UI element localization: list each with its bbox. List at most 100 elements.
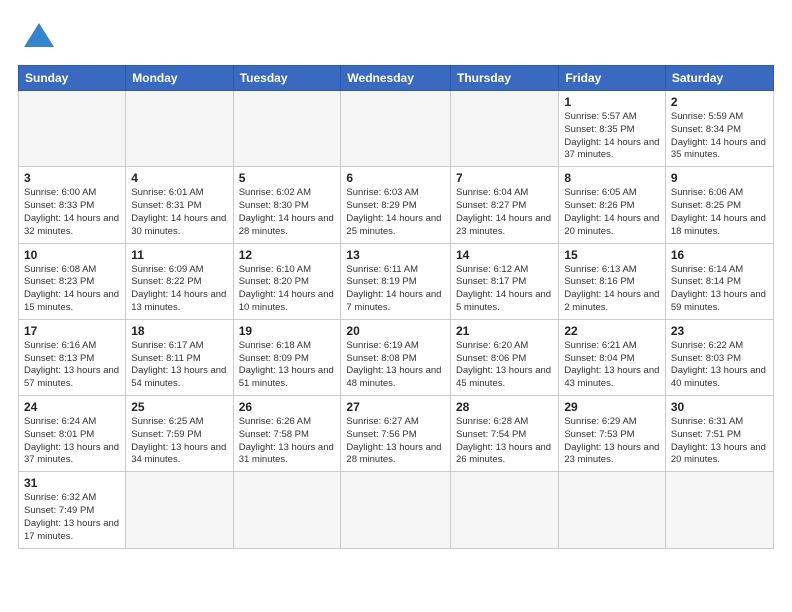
day-number: 6 [346,171,445,185]
day-info: Sunrise: 6:28 AM Sunset: 7:54 PM Dayligh… [456,416,553,467]
calendar-cell: 4Sunrise: 6:01 AM Sunset: 8:31 PM Daylig… [126,167,233,243]
day-number: 27 [346,400,445,414]
day-number: 13 [346,248,445,262]
day-number: 9 [671,171,768,185]
calendar-cell: 23Sunrise: 6:22 AM Sunset: 8:03 PM Dayli… [665,319,773,395]
day-info: Sunrise: 6:11 AM Sunset: 8:19 PM Dayligh… [346,264,445,315]
calendar-cell: 25 Sunrise: 6:25 AM Sunset: 7:59 PM Dayli… [126,396,233,472]
calendar-cell: 18 Sunrise: 6:17 AM Sunset: 8:11 PM Dayli… [126,319,233,395]
calendar-cell: 20 Sunrise: 6:19 AM Sunset: 8:08 PM Dayli… [341,319,451,395]
weekday-header-thursday: Thursday [451,66,559,91]
day-number: 26 [239,400,336,414]
day-info: Sunrise: 6:00 AM Sunset: 8:33 PM Dayligh… [24,187,120,238]
day-info: Sunrise: 6:03 AM Sunset: 8:29 PM Dayligh… [346,187,445,238]
calendar-cell [341,91,451,167]
calendar-cell [126,472,233,548]
day-info: Sunrise: 6:17 AM Sunset: 8:11 PM Dayligh… [131,340,227,391]
day-number: 10 [24,248,120,262]
day-info: Sunrise: 5:57 AM Sunset: 8:35 PM Dayligh… [564,111,660,162]
day-info: Sunrise: 6:08 AM Sunset: 8:23 PM Dayligh… [24,264,120,315]
day-number: 19 [239,324,336,338]
day-number: 18 [131,324,227,338]
day-info: Sunrise: 6:05 AM Sunset: 8:26 PM Dayligh… [564,187,660,238]
day-number: 7 [456,171,553,185]
day-number: 30 [671,400,768,414]
day-info: Sunrise: 6:32 AM Sunset: 7:49 PM Dayligh… [24,492,120,543]
day-number: 24 [24,400,120,414]
weekday-header-wednesday: Wednesday [341,66,451,91]
weekday-header-saturday: Saturday [665,66,773,91]
calendar-cell: 15Sunrise: 6:13 AM Sunset: 8:16 PM Dayli… [559,243,666,319]
weekday-header-sunday: Sunday [19,66,126,91]
day-number: 25 [131,400,227,414]
day-number: 11 [131,248,227,262]
day-info: Sunrise: 6:27 AM Sunset: 7:56 PM Dayligh… [346,416,445,467]
day-number: 5 [239,171,336,185]
weekday-header-row: SundayMondayTuesdayWednesdayThursdayFrid… [19,66,774,91]
calendar-cell: 2Sunrise: 5:59 AM Sunset: 8:34 PM Daylig… [665,91,773,167]
calendar-week-row: 24Sunrise: 6:24 AM Sunset: 8:01 PM Dayli… [19,396,774,472]
day-info: Sunrise: 6:18 AM Sunset: 8:09 PM Dayligh… [239,340,336,391]
calendar-week-row: 1Sunrise: 5:57 AM Sunset: 8:35 PM Daylig… [19,91,774,167]
day-number: 16 [671,248,768,262]
calendar-cell: 14 Sunrise: 6:12 AM Sunset: 8:17 PM Dayli… [451,243,559,319]
weekday-header-tuesday: Tuesday [233,66,341,91]
calendar-cell: 27 Sunrise: 6:27 AM Sunset: 7:56 PM Dayli… [341,396,451,472]
calendar-cell: 3 Sunrise: 6:00 AM Sunset: 8:33 PM Daylig… [19,167,126,243]
day-info: Sunrise: 6:13 AM Sunset: 8:16 PM Dayligh… [564,264,660,315]
day-info: Sunrise: 6:16 AM Sunset: 8:13 PM Dayligh… [24,340,120,391]
day-info: Sunrise: 6:21 AM Sunset: 8:04 PM Dayligh… [564,340,660,391]
calendar: SundayMondayTuesdayWednesdayThursdayFrid… [18,65,774,549]
calendar-cell [341,472,451,548]
calendar-cell [559,472,666,548]
day-info: Sunrise: 6:12 AM Sunset: 8:17 PM Dayligh… [456,264,553,315]
calendar-cell: 9 Sunrise: 6:06 AM Sunset: 8:25 PM Daylig… [665,167,773,243]
day-info: Sunrise: 6:09 AM Sunset: 8:22 PM Dayligh… [131,264,227,315]
day-number: 14 [456,248,553,262]
day-info: Sunrise: 6:19 AM Sunset: 8:08 PM Dayligh… [346,340,445,391]
calendar-cell: 28 Sunrise: 6:28 AM Sunset: 7:54 PM Dayli… [451,396,559,472]
calendar-cell: 7 Sunrise: 6:04 AM Sunset: 8:27 PM Daylig… [451,167,559,243]
calendar-cell: 26 Sunrise: 6:26 AM Sunset: 7:58 PM Dayli… [233,396,341,472]
day-info: Sunrise: 5:59 AM Sunset: 8:34 PM Dayligh… [671,111,768,162]
day-number: 22 [564,324,660,338]
day-number: 23 [671,324,768,338]
weekday-header-monday: Monday [126,66,233,91]
calendar-cell: 1Sunrise: 5:57 AM Sunset: 8:35 PM Daylig… [559,91,666,167]
day-info: Sunrise: 6:29 AM Sunset: 7:53 PM Dayligh… [564,416,660,467]
page: SundayMondayTuesdayWednesdayThursdayFrid… [0,0,792,612]
header [18,16,774,59]
calendar-cell: 6 Sunrise: 6:03 AM Sunset: 8:29 PM Daylig… [341,167,451,243]
day-info: Sunrise: 6:20 AM Sunset: 8:06 PM Dayligh… [456,340,553,391]
calendar-cell: 12Sunrise: 6:10 AM Sunset: 8:20 PM Dayli… [233,243,341,319]
day-info: Sunrise: 6:04 AM Sunset: 8:27 PM Dayligh… [456,187,553,238]
calendar-week-row: 3 Sunrise: 6:00 AM Sunset: 8:33 PM Daylig… [19,167,774,243]
calendar-cell [233,91,341,167]
calendar-cell: 16 Sunrise: 6:14 AM Sunset: 8:14 PM Dayli… [665,243,773,319]
day-number: 20 [346,324,445,338]
day-number: 29 [564,400,660,414]
day-number: 3 [24,171,120,185]
calendar-cell: 11 Sunrise: 6:09 AM Sunset: 8:22 PM Dayli… [126,243,233,319]
calendar-cell: 17Sunrise: 6:16 AM Sunset: 8:13 PM Dayli… [19,319,126,395]
day-info: Sunrise: 6:01 AM Sunset: 8:31 PM Dayligh… [131,187,227,238]
calendar-cell: 8Sunrise: 6:05 AM Sunset: 8:26 PM Daylig… [559,167,666,243]
calendar-cell [19,91,126,167]
day-info: Sunrise: 6:10 AM Sunset: 8:20 PM Dayligh… [239,264,336,315]
day-info: Sunrise: 6:06 AM Sunset: 8:25 PM Dayligh… [671,187,768,238]
calendar-week-row: 17Sunrise: 6:16 AM Sunset: 8:13 PM Dayli… [19,319,774,395]
day-info: Sunrise: 6:25 AM Sunset: 7:59 PM Dayligh… [131,416,227,467]
calendar-cell: 22 Sunrise: 6:21 AM Sunset: 8:04 PM Dayli… [559,319,666,395]
calendar-cell: 24Sunrise: 6:24 AM Sunset: 8:01 PM Dayli… [19,396,126,472]
day-number: 28 [456,400,553,414]
logo [18,16,58,59]
calendar-cell [665,472,773,548]
day-info: Sunrise: 6:02 AM Sunset: 8:30 PM Dayligh… [239,187,336,238]
calendar-week-row: 31Sunrise: 6:32 AM Sunset: 7:49 PM Dayli… [19,472,774,548]
day-info: Sunrise: 6:14 AM Sunset: 8:14 PM Dayligh… [671,264,768,315]
calendar-cell: 13 Sunrise: 6:11 AM Sunset: 8:19 PM Dayli… [341,243,451,319]
weekday-header-friday: Friday [559,66,666,91]
day-info: Sunrise: 6:26 AM Sunset: 7:58 PM Dayligh… [239,416,336,467]
calendar-cell [233,472,341,548]
calendar-cell [451,91,559,167]
